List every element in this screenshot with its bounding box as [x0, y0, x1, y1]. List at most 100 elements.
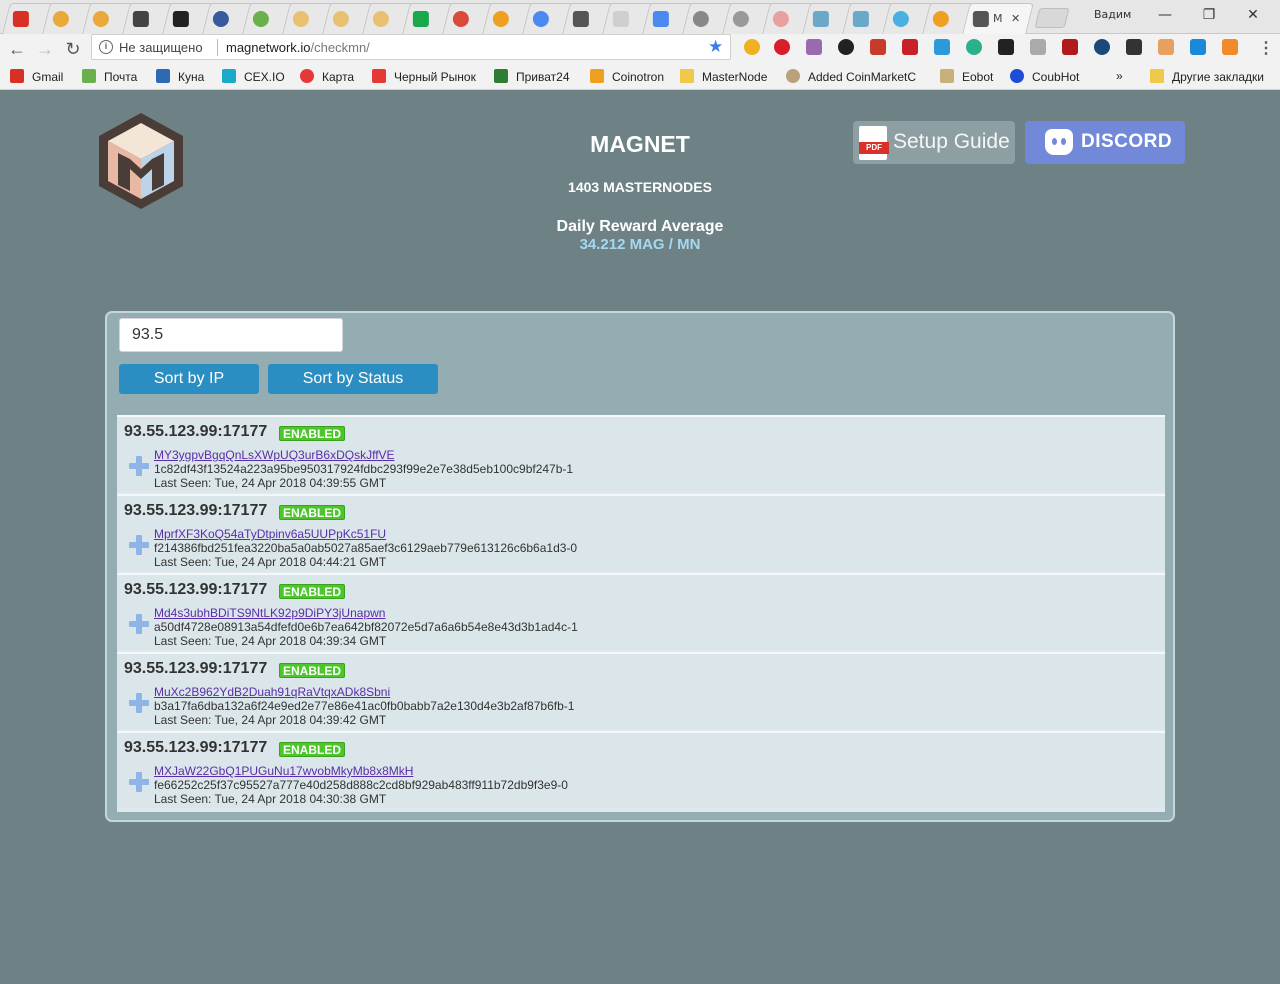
expand-plus-icon[interactable] — [129, 693, 149, 713]
minimize-button[interactable]: — — [1150, 4, 1180, 26]
bookmarks-overflow-button[interactable]: » — [1116, 69, 1123, 85]
sort-by-status-button[interactable]: Sort by Status — [268, 364, 438, 394]
masternode-txid: f214386fbd251fea3220ba5a0ab5027a85aef3c6… — [154, 541, 578, 555]
setup-guide-label: Setup Guide — [893, 130, 1010, 153]
expand-plus-icon[interactable] — [129, 772, 149, 792]
reload-icon[interactable]: ↻ — [62, 38, 84, 60]
ip-search-input[interactable] — [119, 318, 343, 352]
masternode-count: 1403 MASTERNODES — [568, 179, 712, 195]
masternode-txid: 1c82df43f13524a223a95be950317924fdbc293f… — [154, 462, 574, 476]
expand-plus-icon[interactable] — [129, 614, 149, 634]
gmail-icon — [10, 69, 24, 83]
bookmark-label: CEX.IO — [244, 70, 285, 84]
bookmark-label: Черный Рынок — [394, 70, 476, 84]
bookmark-label: Eobot — [962, 70, 994, 84]
masternode-ip: 93.55.123.99:17177 — [124, 502, 268, 519]
forward-arrow-icon[interactable]: → — [34, 38, 56, 60]
masternode-address-link[interactable]: Md4s3ubhBDiTS9NtLK92p9DiPY3jUnapwn — [154, 606, 385, 620]
kuna-icon — [156, 69, 170, 83]
extension-icon[interactable] — [1126, 39, 1142, 55]
setup-guide-button[interactable]: PDF Setup Guide — [853, 121, 1015, 164]
new-tab-button[interactable] — [1034, 8, 1070, 28]
masternode-row: 93.55.123.99:17177 ENABLED MY3ygpvBgqQnL… — [117, 415, 1165, 492]
expand-plus-icon[interactable] — [129, 535, 149, 555]
bookmark-item[interactable]: Почта — [82, 69, 137, 85]
extension-icon[interactable] — [1094, 39, 1110, 55]
last-seen: Last Seen: Tue, 24 Apr 2018 04:30:38 GMT — [154, 792, 387, 806]
masternode-txid: b3a17fa6dba132a6f24e9ed2e77e86e41ac0fb0b… — [154, 699, 575, 713]
pdf-extension-icon[interactable] — [870, 39, 886, 55]
masternode-txid: a50df4728e08913a54dfefd0e6b7ea642bf82072… — [154, 620, 578, 634]
bookmark-label: Другие закладки — [1172, 70, 1264, 84]
bookmark-label: MasterNode — [702, 70, 768, 84]
bookmark-item[interactable]: Eobot — [940, 69, 993, 85]
extension-icon[interactable] — [1158, 39, 1174, 55]
close-window-button[interactable]: ✕ — [1238, 4, 1268, 26]
masternode-ip: 93.55.123.99:17177 — [124, 581, 268, 598]
reward-value: 34.212 MAG / MN — [579, 236, 701, 253]
metamask-icon[interactable] — [1222, 39, 1238, 55]
bookmark-item[interactable]: Coinotron — [590, 69, 664, 85]
url-path: /checkmn/ — [310, 40, 370, 55]
sort-by-ip-button[interactable]: Sort by IP — [119, 364, 259, 394]
url-host: magnetwork.io — [226, 40, 311, 55]
privat-icon — [494, 69, 508, 83]
bookmark-label: Приват24 — [516, 70, 570, 84]
status-badge: ENABLED — [279, 742, 346, 757]
extension-icon[interactable] — [806, 39, 822, 55]
masternode-ip: 93.55.123.99:17177 — [124, 660, 268, 677]
masternode-address-link[interactable]: MY3ygpvBgqQnLsXWpUQ3urB6xDQskJffVE — [154, 448, 395, 462]
map-pin-icon — [300, 69, 314, 83]
bookmark-item[interactable]: Карта — [300, 69, 354, 85]
extension-icon[interactable] — [838, 39, 854, 55]
expand-plus-icon[interactable] — [129, 456, 149, 476]
bookmark-folder[interactable]: MasterNode — [680, 69, 767, 85]
last-seen: Last Seen: Tue, 24 Apr 2018 04:44:21 GMT — [154, 555, 387, 569]
bookmarks-bar: Gmail Почта Куна CEX.IO Карта Черный Рын… — [0, 64, 1280, 90]
extension-icon[interactable] — [1190, 39, 1206, 55]
security-label[interactable]: Не защищено — [119, 40, 203, 55]
extension-icon[interactable] — [774, 39, 790, 55]
tab-close-icon[interactable]: ✕ — [1011, 12, 1020, 25]
ublock-icon[interactable] — [1062, 39, 1078, 55]
browser-menu-icon[interactable]: ⋮ — [1258, 38, 1274, 58]
discord-icon — [1045, 129, 1073, 155]
masternode-ip: 93.55.123.99:17177 — [124, 423, 268, 440]
adblock-icon[interactable] — [902, 39, 918, 55]
masternode-ip: 93.55.123.99:17177 — [124, 739, 268, 756]
restore-button[interactable]: ❐ — [1194, 4, 1224, 26]
masternode-row: 93.55.123.99:17177 ENABLED MuXc2B962YdB2… — [117, 652, 1165, 729]
bookmark-item[interactable]: Gmail — [10, 69, 63, 85]
masternode-address-link[interactable]: MuXc2B962YdB2Duah91qRaVtqxADk8Sbni — [154, 685, 390, 699]
url-text[interactable]: magnetwork.io/checkmn/ — [226, 40, 370, 55]
reward-label: Daily Reward Average — [556, 218, 724, 235]
discord-button[interactable]: DISCORD — [1025, 121, 1185, 164]
back-arrow-icon[interactable]: ← — [6, 38, 28, 60]
masternode-panel: Sort by IP Sort by Status 93.55.123.99:1… — [105, 311, 1175, 822]
profile-name[interactable]: Вадим — [1094, 8, 1131, 21]
bookmark-item[interactable]: Черный Рынок — [372, 69, 476, 85]
info-icon[interactable]: i — [99, 40, 113, 54]
bookmark-item[interactable]: Приват24 — [494, 69, 570, 85]
magnet-logo — [99, 113, 183, 209]
status-badge: ENABLED — [279, 426, 346, 441]
masternode-list: 93.55.123.99:17177 ENABLED MY3ygpvBgqQnL… — [117, 415, 1165, 812]
weather-extension-icon[interactable] — [744, 39, 760, 55]
masternode-address-link[interactable]: MXJaW22GbQ1PUGuNu17wvobMkyMb8x8MkH — [154, 764, 413, 778]
bookmark-label: Почта — [104, 70, 138, 84]
bookmark-item[interactable]: Added CoinMarketC — [786, 69, 916, 85]
browser-tab-active[interactable]: M ✕ — [962, 3, 1034, 34]
address-bar[interactable]: i Не защищено magnetwork.io/checkmn/ ★ — [91, 34, 731, 60]
extension-icon[interactable] — [934, 39, 950, 55]
pdf-tag: PDF — [859, 142, 889, 154]
bookmark-star-icon[interactable]: ★ — [708, 37, 723, 57]
bookmark-item[interactable]: Куна — [156, 69, 204, 85]
other-bookmarks-folder[interactable]: Другие закладки — [1150, 69, 1264, 85]
masternode-address-link[interactable]: MprfXF3KoQ54aTyDtpinv6a5UUPpKc51FU — [154, 527, 386, 541]
bookmark-item[interactable]: CoubHot — [1010, 69, 1079, 85]
bookmark-item[interactable]: CEX.IO — [222, 69, 285, 85]
extension-icon[interactable] — [1030, 39, 1046, 55]
extension-icon[interactable] — [998, 39, 1014, 55]
extension-icon[interactable] — [966, 39, 982, 55]
pdf-icon: PDF — [859, 126, 889, 160]
